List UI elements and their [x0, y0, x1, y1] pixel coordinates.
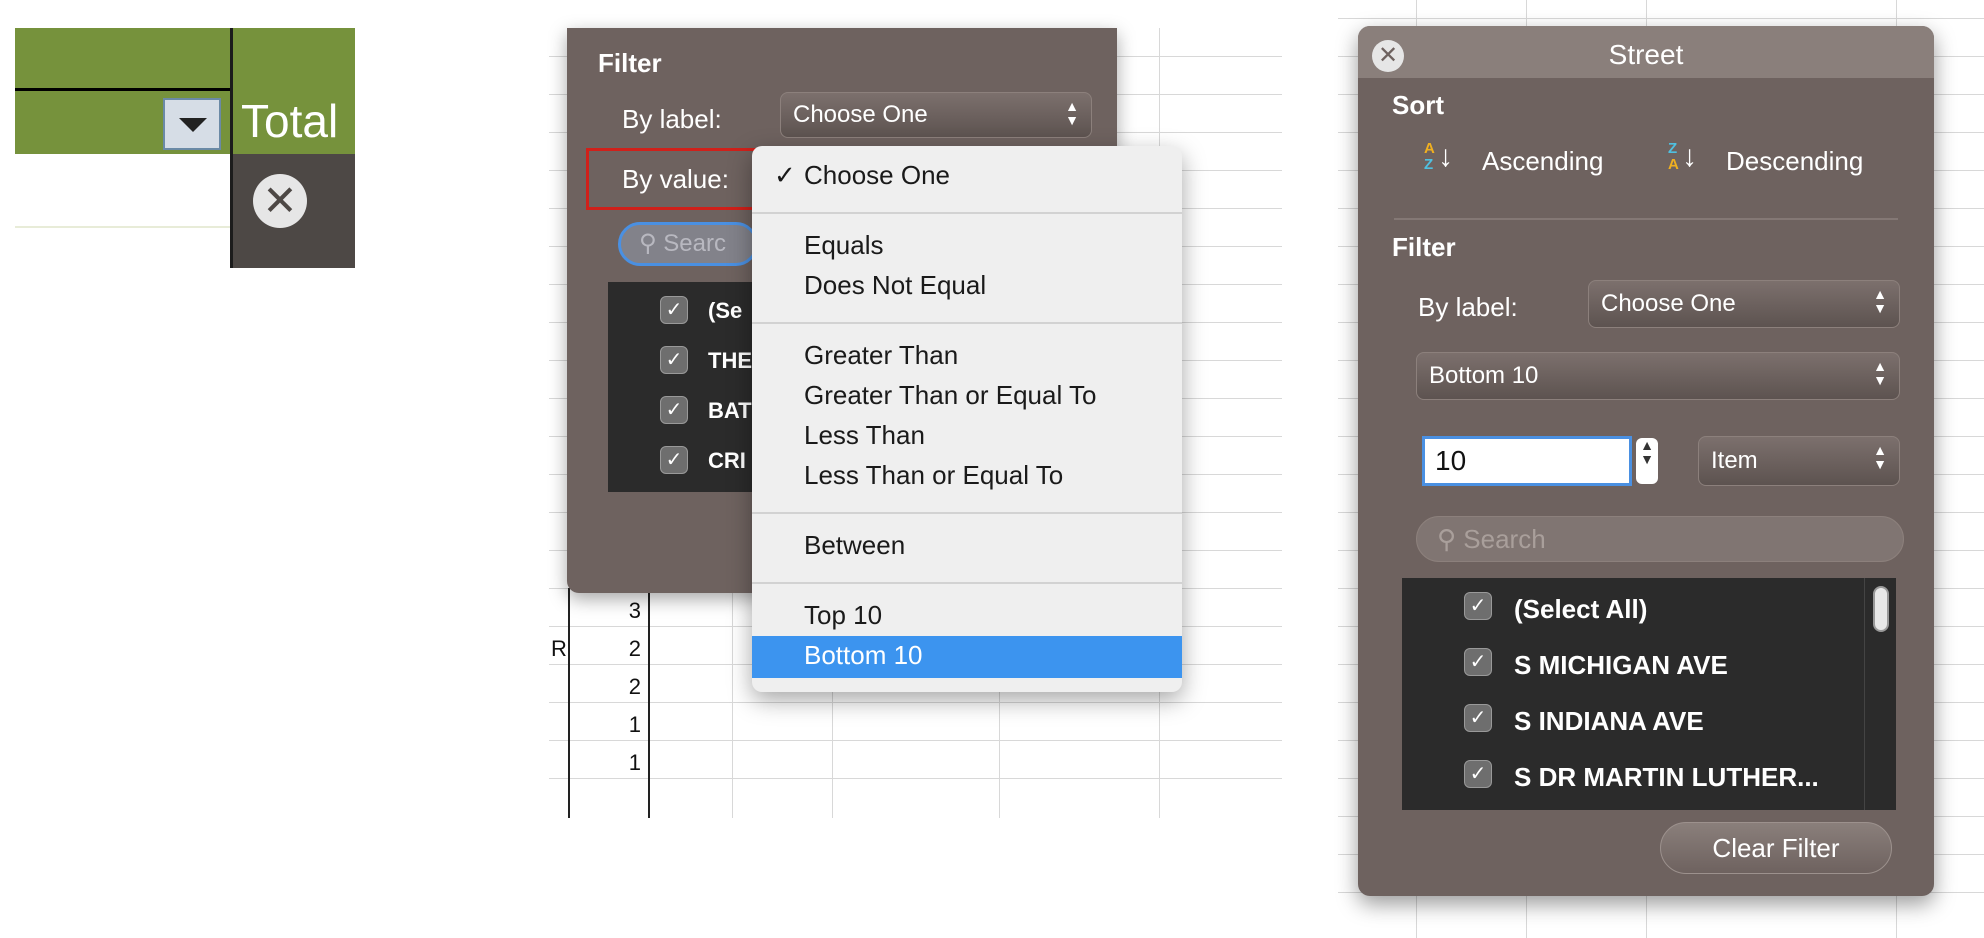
checkbox[interactable]: ✓	[1464, 704, 1492, 732]
checkbox[interactable]: ✓	[1464, 648, 1492, 676]
cell-value: 3	[628, 598, 641, 623]
list-item[interactable]: BAT	[708, 398, 752, 424]
divider	[1394, 218, 1898, 220]
search-icon: ⚲	[639, 230, 657, 257]
sort-ascending-icon[interactable]: A Z ↓	[1424, 140, 1460, 176]
search-input[interactable]: ⚲ Search	[1416, 516, 1904, 562]
updown-arrows-icon: ▲ ▼	[1873, 286, 1887, 316]
updown-arrows-icon: ▲ ▼	[1873, 358, 1887, 388]
checkbox[interactable]: ✓	[660, 296, 688, 324]
by-label-select[interactable]: Choose One ▲ ▼	[1588, 280, 1900, 328]
by-label-label: By label:	[1418, 292, 1518, 322]
list-item[interactable]: S INDIANA AVE	[1514, 706, 1704, 737]
menu-item-less-than-or-equal[interactable]: Less Than or Equal To	[804, 460, 1063, 491]
menu-item-greater-than[interactable]: Greater Than	[804, 340, 958, 371]
checkbox[interactable]: ✓	[660, 446, 688, 474]
header-cell-crop: Total ✕	[15, 28, 355, 268]
cell-value: 1	[628, 750, 641, 775]
highlight-box	[586, 148, 764, 210]
panel-title: Street	[1358, 26, 1934, 78]
updown-arrows-icon: ▲ ▼	[1873, 442, 1887, 472]
checkmark-icon: ✓	[774, 160, 796, 190]
list-item[interactable]: (Se	[708, 298, 742, 324]
menu-item-choose-one[interactable]: Choose One	[804, 160, 950, 191]
sort-ascending-button[interactable]: Ascending	[1482, 146, 1603, 177]
triangle-down-icon	[179, 118, 207, 132]
list-item[interactable]: CRI	[708, 448, 746, 474]
by-label-select-value: Choose One	[793, 101, 928, 128]
cell-value: 2	[628, 636, 641, 661]
sort-descending-icon[interactable]: Z A ↓	[1668, 140, 1704, 176]
by-value-dropdown-menu: ✓ Choose One Equals Does Not Equal Great…	[752, 146, 1182, 692]
search-icon: ⚲	[1437, 524, 1457, 554]
checkbox[interactable]: ✓	[660, 396, 688, 424]
list-item-select-all[interactable]: (Select All)	[1514, 594, 1647, 625]
scrollbar[interactable]	[1864, 578, 1896, 810]
search-input[interactable]: ⚲ Searc	[618, 222, 758, 266]
cell-value: 1	[628, 712, 641, 737]
column-border	[568, 588, 570, 818]
value-list: ✓ (Se ✓ THE ✓ BAT ✓ CRI	[608, 282, 768, 492]
filter-dropdown-button[interactable]	[163, 98, 221, 150]
menu-item-equals[interactable]: Equals	[804, 230, 884, 261]
search-placeholder: Searc	[663, 230, 726, 257]
unit-select[interactable]: Item ▲ ▼	[1698, 436, 1900, 486]
menu-item-between[interactable]: Between	[804, 530, 905, 561]
by-label-label: By label:	[622, 104, 722, 134]
checkbox[interactable]: ✓	[1464, 760, 1492, 788]
menu-item-does-not-equal[interactable]: Does Not Equal	[804, 270, 986, 301]
by-label-select[interactable]: Choose One ▲ ▼	[780, 92, 1092, 138]
count-input[interactable]: 10	[1422, 436, 1632, 486]
menu-item-bottom-10[interactable]: Bottom 10	[804, 640, 923, 671]
list-item[interactable]: S MICHIGAN AVE	[1514, 650, 1728, 681]
row-border	[15, 226, 230, 228]
menu-item-less-than[interactable]: Less Than	[804, 420, 925, 451]
total-header-label: Total	[241, 95, 339, 147]
clear-filter-button[interactable]: Clear Filter	[1660, 822, 1892, 874]
menu-item-greater-than-or-equal[interactable]: Greater Than or Equal To	[804, 380, 1096, 411]
menu-item-top-10[interactable]: Top 10	[804, 600, 882, 631]
updown-arrows-icon: ▲ ▼	[1065, 98, 1079, 128]
street-value-list: ✓ (Select All) ✓ S MICHIGAN AVE ✓ S INDI…	[1402, 578, 1896, 810]
list-item[interactable]: THE	[708, 348, 752, 374]
search-placeholder: Search	[1463, 524, 1546, 554]
close-icon[interactable]: ✕	[1372, 40, 1404, 72]
cell-fragment: R	[551, 636, 567, 661]
filter-heading: Filter	[598, 48, 662, 78]
sort-descending-button[interactable]: Descending	[1726, 146, 1863, 177]
column-border	[648, 588, 650, 818]
sort-heading: Sort	[1392, 90, 1444, 120]
checkbox[interactable]: ✓	[1464, 592, 1492, 620]
condition-select[interactable]: Bottom 10 ▲ ▼	[1416, 352, 1900, 400]
condition-select-value: Bottom 10	[1429, 362, 1539, 389]
close-icon[interactable]: ✕	[253, 174, 307, 228]
scrollbar-thumb[interactable]	[1873, 586, 1889, 632]
list-item[interactable]: S DR MARTIN LUTHER...	[1514, 762, 1819, 793]
header-border	[15, 88, 233, 91]
cell-value: 2	[628, 674, 641, 699]
column-border	[230, 28, 233, 268]
street-filter-panel: Street ✕ Sort A Z ↓ Ascending Z A ↓ Descendi…	[1358, 26, 1934, 896]
filter-heading: Filter	[1392, 232, 1456, 262]
count-stepper[interactable]: ▲ ▼	[1636, 438, 1658, 484]
checkbox[interactable]: ✓	[660, 346, 688, 374]
by-label-select-value: Choose One	[1601, 290, 1736, 317]
unit-select-value: Item	[1711, 447, 1758, 474]
